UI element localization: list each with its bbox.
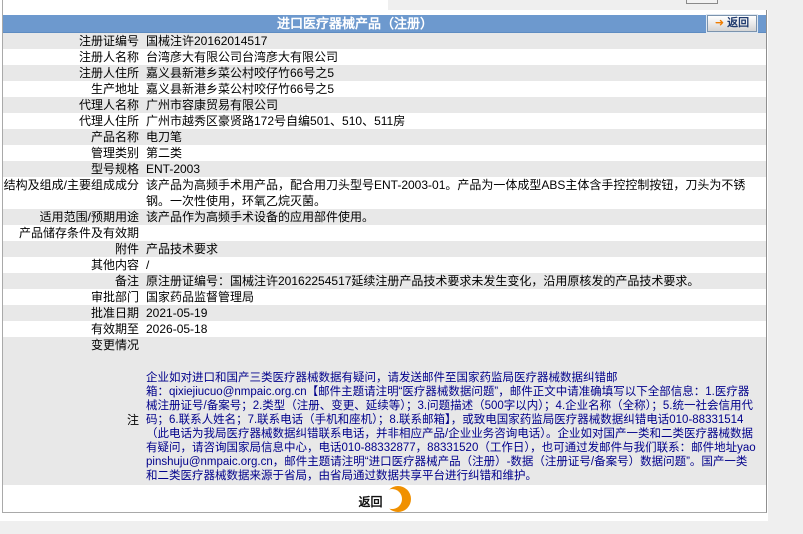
field-value: / (146, 258, 150, 272)
field-label: 型号规格 (90, 162, 139, 176)
table-row: 代理人住所 广州市越秀区豪贤路172号自编501、510、511房 (3, 113, 766, 129)
back-button-label: 返回 (727, 17, 750, 29)
page-title: 进口医疗器械产品（注册） (276, 16, 433, 31)
return-button-label: 返回 (358, 494, 383, 509)
table-row: 变更情况 (3, 337, 766, 353)
field-value: 产品技术要求 (146, 242, 219, 256)
panel-footer: 返回 (3, 485, 766, 512)
field-value: 嘉义县新港乡菜公村咬仔竹66号之5 (146, 82, 335, 96)
field-label: 注册人名称 (78, 50, 139, 64)
table-row: 批准日期 2021-05-19 (3, 305, 766, 321)
table-row: 型号规格 ENT-2003 (3, 161, 766, 177)
cutoff-button-fragment (686, 0, 718, 4)
field-label: 适用范围/预期用途 (39, 210, 139, 224)
field-value: 国械注许20162014517 (146, 34, 268, 48)
field-label: 产品名称 (90, 130, 139, 144)
return-circle-inner-icon (381, 488, 402, 509)
field-label: 管理类别 (90, 146, 139, 160)
table-row: 审批部门 国家药品监督管理局 (3, 289, 766, 305)
note-row: 注 企业如对进口和国产三类医疗器械数据有疑问，请发送邮件至国家药监局医疗器械数据… (3, 353, 766, 485)
table-row: 注册证编号 国械注许20162014517 (3, 33, 766, 49)
field-label: 附件 (114, 242, 139, 256)
table-row: 注册人名称 台湾彦大有限公司台湾彦大有限公司 (3, 49, 766, 65)
table-row: 其他内容 / (3, 257, 766, 273)
field-value: 广州市容康贸易有限公司 (146, 98, 279, 112)
field-label: 批准日期 (90, 306, 139, 320)
page-bottom-margin (0, 521, 803, 534)
return-button[interactable]: 返回 (358, 485, 411, 512)
table-row: 生产地址 嘉义县新港乡菜公村咬仔竹66号之5 (3, 81, 766, 97)
back-button[interactable]: ➜ 返回 (707, 15, 757, 32)
table-row: 代理人名称 广州市容康贸易有限公司 (3, 97, 766, 113)
field-value: 2021-05-19 (146, 306, 208, 320)
panel-header: 进口医疗器械产品（注册） ➜ 返回 (3, 15, 766, 33)
field-label: 注册证编号 (78, 34, 139, 48)
field-label: 变更情况 (90, 338, 139, 352)
field-value: 该产品为高频手术用产品，配合用刀头型号ENT-2003-01。产品为一体成型AB… (146, 178, 746, 208)
field-label: 有效期至 (90, 322, 139, 336)
table-row: 备注 原注册证编号：国械注许20162254517延续注册产品技术要求未发生变化… (3, 273, 766, 289)
table-row: 注册人住所 嘉义县新港乡菜公村咬仔竹66号之5 (3, 65, 766, 81)
table-row: 适用范围/预期用途 该产品作为高频手术设备的应用部件使用。 (3, 209, 766, 225)
table-row: 产品名称 电刀笔 (3, 129, 766, 145)
field-value (146, 337, 766, 353)
field-value: 原注册证编号：国械注许20162254517延续注册产品技术要求未发生变化，沿用… (146, 274, 700, 288)
field-label: 产品储存条件及有效期 (18, 226, 139, 240)
field-value: 电刀笔 (146, 130, 183, 144)
arrow-right-icon: ➜ (714, 17, 725, 29)
registration-detail-panel: 进口医疗器械产品（注册） ➜ 返回 注册证编号 国械注许20162014517 … (2, 0, 767, 513)
field-value: 该产品作为高频手术设备的应用部件使用。 (146, 210, 375, 224)
field-label: 备注 (114, 274, 139, 288)
table-row: 附件 产品技术要求 (3, 241, 766, 257)
field-label: 注册人住所 (78, 66, 139, 80)
field-value (146, 225, 766, 241)
field-value: 国家药品监督管理局 (146, 290, 255, 304)
note-text: 企业如对进口和国产三类医疗器械数据有疑问，请发送邮件至国家药监局医疗器械数据纠错… (146, 372, 756, 482)
field-value: 嘉义县新港乡菜公村咬仔竹66号之5 (146, 66, 335, 80)
field-label: 结构及组成/主要组成成分 (3, 178, 139, 192)
field-value: 2026-05-18 (146, 322, 208, 336)
field-label: 其他内容 (90, 258, 139, 272)
detail-table: 注册证编号 国械注许20162014517 注册人名称 台湾彦大有限公司台湾彦大… (3, 33, 766, 353)
field-label: 生产地址 (90, 82, 139, 96)
table-row: 有效期至 2026-05-18 (3, 321, 766, 337)
field-value: ENT-2003 (146, 162, 201, 176)
table-row: 管理类别 第二类 (3, 145, 766, 161)
table-row: 结构及组成/主要组成成分 该产品为高频手术用产品，配合用刀头型号ENT-2003… (3, 177, 766, 209)
field-value: 第二类 (146, 146, 183, 160)
field-label: 审批部门 (90, 290, 139, 304)
field-value: 广州市越秀区豪贤路172号自编501、510、511房 (146, 114, 406, 128)
table-row: 产品储存条件及有效期 (3, 225, 766, 241)
note-label: 注 (126, 412, 139, 427)
field-label: 代理人名称 (78, 98, 139, 112)
field-value: 台湾彦大有限公司台湾彦大有限公司 (146, 50, 339, 64)
field-label: 代理人住所 (78, 114, 139, 128)
page-right-margin (768, 0, 803, 534)
